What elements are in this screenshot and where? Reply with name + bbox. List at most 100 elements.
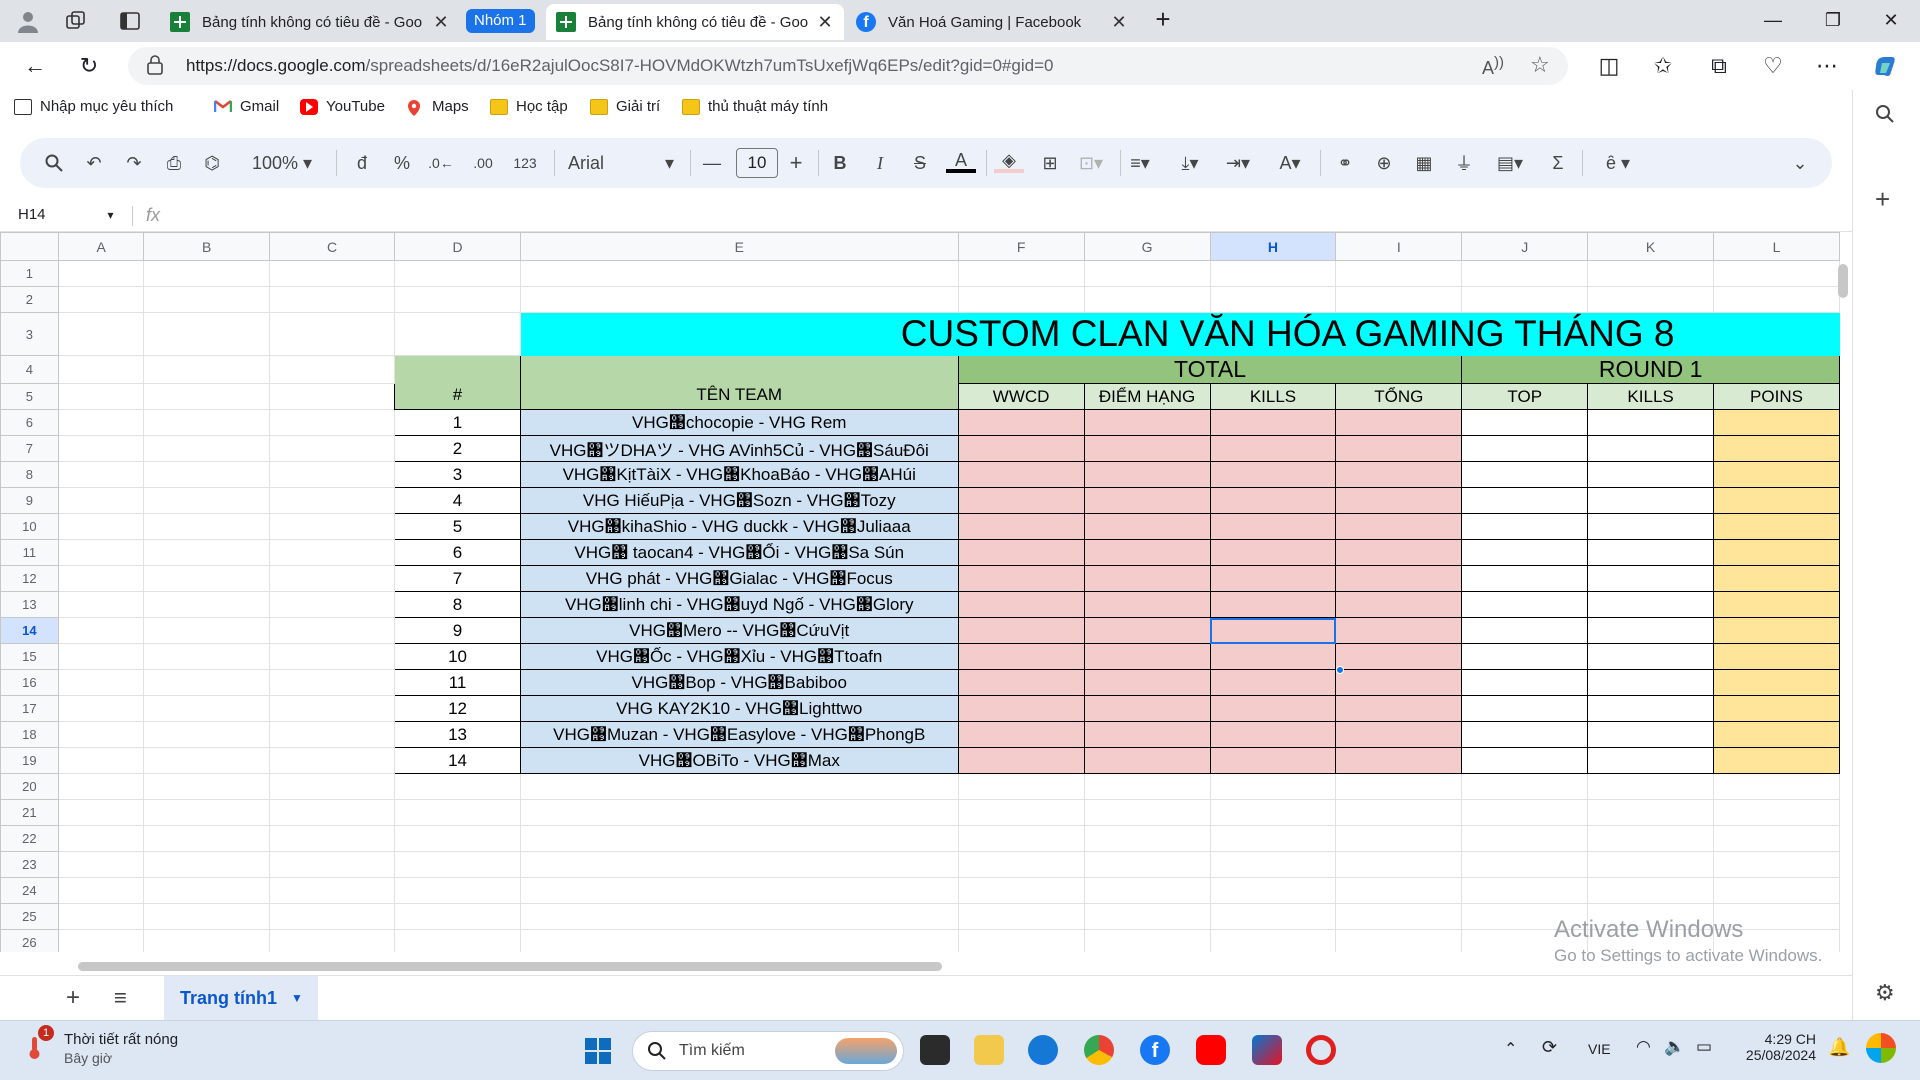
cell[interactable] — [143, 929, 270, 952]
cell[interactable] — [268, 929, 396, 952]
cell[interactable] — [57, 487, 145, 514]
clock[interactable]: 4:29 CH 25/08/2024 — [1736, 1031, 1816, 1063]
row-header[interactable]: 15 — [0, 643, 59, 670]
total-cell[interactable] — [1209, 721, 1337, 748]
cell[interactable] — [143, 312, 270, 356]
total-cell[interactable] — [1083, 643, 1211, 670]
cell[interactable] — [143, 260, 270, 287]
total-cell[interactable] — [1209, 409, 1337, 436]
new-tab-button[interactable]: + — [1148, 4, 1178, 35]
round-top-cell[interactable] — [1461, 487, 1589, 514]
round-kills-cell[interactable] — [1587, 643, 1715, 670]
cell[interactable] — [143, 461, 270, 488]
functions-icon[interactable]: Σ — [1546, 151, 1570, 175]
total-cell[interactable] — [957, 747, 1085, 774]
total-cell[interactable] — [957, 513, 1085, 540]
round-top-cell[interactable] — [1461, 539, 1589, 566]
cell[interactable] — [394, 877, 521, 904]
cell[interactable] — [268, 721, 396, 748]
total-cell[interactable] — [1083, 409, 1211, 436]
round-top-cell[interactable] — [1461, 721, 1589, 748]
cell[interactable] — [1713, 260, 1840, 287]
total-cell[interactable] — [1083, 591, 1211, 618]
team-name-cell[interactable]: VHG঩ taocan4 - VHG঩Ổi - VHG঩Sa Sún — [519, 539, 959, 566]
volume-icon[interactable]: 🔈 — [1664, 1037, 1685, 1057]
total-cell[interactable] — [1209, 487, 1337, 514]
cell[interactable] — [143, 695, 270, 722]
cell[interactable] — [143, 539, 270, 566]
cell[interactable] — [57, 669, 145, 696]
copilot-icon[interactable] — [1872, 53, 1898, 79]
round-points-cell[interactable] — [1713, 591, 1840, 618]
cell[interactable] — [143, 721, 270, 748]
close-icon[interactable]: ✕ — [816, 12, 834, 33]
column-header[interactable]: A — [57, 232, 145, 261]
cell[interactable] — [57, 825, 145, 852]
cell[interactable] — [57, 260, 145, 287]
round-kills-cell[interactable] — [1587, 747, 1715, 774]
cell[interactable] — [268, 312, 396, 356]
cell[interactable] — [143, 355, 270, 384]
round-points-cell[interactable] — [1713, 695, 1840, 722]
row-header[interactable]: 26 — [0, 929, 59, 952]
team-name-cell[interactable]: VHG঩linh chi - VHG঩uyd Ngố - VHG঩Glory — [519, 591, 959, 618]
cell[interactable] — [957, 260, 1085, 287]
total-cell[interactable] — [957, 409, 1085, 436]
cell[interactable] — [1461, 799, 1589, 826]
row-header[interactable]: 9 — [0, 487, 59, 514]
round-top-cell[interactable] — [1461, 643, 1589, 670]
cell[interactable] — [957, 799, 1085, 826]
total-cell[interactable] — [957, 695, 1085, 722]
total-cell[interactable] — [957, 565, 1085, 592]
cell[interactable] — [1209, 851, 1337, 878]
cell[interactable] — [1713, 799, 1840, 826]
round-kills-cell[interactable] — [1587, 513, 1715, 540]
cell[interactable] — [143, 643, 270, 670]
cell[interactable] — [394, 825, 521, 852]
cell[interactable] — [1209, 773, 1337, 800]
cell[interactable] — [143, 773, 270, 800]
sidebar-add-icon[interactable]: + — [1875, 184, 1890, 215]
total-cell[interactable] — [1083, 695, 1211, 722]
cell[interactable] — [1209, 286, 1337, 313]
total-cell[interactable] — [1335, 565, 1463, 592]
sheet-title[interactable]: CUSTOM CLAN VĂN HÓA GAMING THÁNG 8 — [519, 312, 1840, 356]
total-cell[interactable] — [1335, 747, 1463, 774]
round-points-cell[interactable] — [1713, 565, 1840, 592]
cell[interactable] — [1587, 877, 1715, 904]
cell[interactable] — [268, 851, 396, 878]
cell[interactable] — [394, 929, 521, 952]
input-tools-icon[interactable]: ȇ ▾ — [1594, 151, 1642, 175]
round-points-cell[interactable] — [1713, 617, 1840, 644]
total-cell[interactable] — [1083, 513, 1211, 540]
round-top-cell[interactable] — [1461, 747, 1589, 774]
total-cell[interactable] — [1335, 695, 1463, 722]
cell[interactable] — [1209, 877, 1337, 904]
total-cell[interactable] — [1335, 591, 1463, 618]
cell[interactable] — [1083, 286, 1211, 313]
round-top-cell[interactable] — [1461, 513, 1589, 540]
cell[interactable] — [268, 877, 396, 904]
cell[interactable] — [1461, 286, 1589, 313]
cell[interactable] — [1587, 851, 1715, 878]
row-header[interactable]: 12 — [0, 565, 59, 592]
total-cell[interactable] — [1083, 747, 1211, 774]
team-number-cell[interactable]: 13 — [394, 721, 521, 748]
cell[interactable] — [268, 286, 396, 313]
total-cell[interactable] — [1209, 513, 1337, 540]
cell[interactable] — [1083, 799, 1211, 826]
maximize-button[interactable]: ❐ — [1818, 10, 1848, 31]
language-indicator[interactable]: VIE — [1588, 1041, 1611, 1057]
wwcd-header[interactable]: WWCD — [957, 383, 1085, 410]
team-number-cell[interactable]: 10 — [394, 643, 521, 670]
cell[interactable] — [1335, 286, 1463, 313]
column-header[interactable]: E — [519, 232, 959, 261]
team-number-cell[interactable]: 1 — [394, 409, 521, 436]
points-header[interactable]: POINS — [1713, 383, 1840, 410]
cell[interactable] — [268, 355, 396, 384]
cell[interactable] — [957, 286, 1085, 313]
bookmark-folder-thu-thuat[interactable]: thủ thuật máy tính — [682, 98, 828, 115]
insert-link-icon[interactable]: ⚭ — [1332, 151, 1358, 175]
round-kills-cell[interactable] — [1587, 617, 1715, 644]
cell[interactable] — [57, 591, 145, 618]
